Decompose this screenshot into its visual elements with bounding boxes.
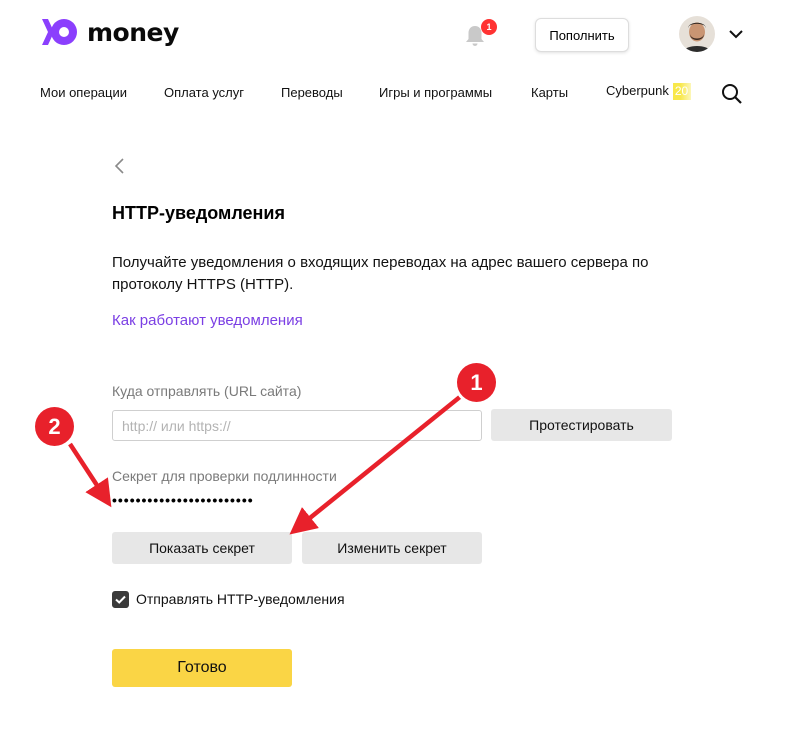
page-description: Получайте уведомления о входящих перевод… (112, 254, 649, 293)
nav-item-cyberpunk[interactable]: Cyberpunk20 (606, 83, 691, 100)
main-nav: Мои операции Оплата услуг Переводы Игры … (0, 83, 787, 105)
logo-text: money (87, 17, 179, 47)
search-icon[interactable] (721, 83, 743, 105)
back-chevron-icon[interactable] (113, 157, 127, 175)
nav-item-my-operations[interactable]: Мои операции (40, 85, 127, 100)
nav-fade (680, 80, 698, 106)
notification-count-badge: 1 (481, 19, 497, 35)
send-notifications-label: Отправлять HTTP-уведомления (136, 591, 345, 607)
chevron-down-icon[interactable] (727, 27, 745, 41)
change-secret-button[interactable]: Изменить секрет (302, 532, 482, 564)
annotation-marker-2: 2 (35, 407, 74, 446)
nav-item-cyberpunk-label: Cyberpunk (606, 83, 669, 98)
test-button[interactable]: Протестировать (491, 409, 672, 441)
topup-button[interactable]: Пополнить (535, 18, 629, 52)
send-notifications-checkbox[interactable] (112, 590, 129, 608)
nav-item-games[interactable]: Игры и программы (379, 85, 492, 100)
page-title: HTTP-уведомления (112, 203, 285, 223)
secret-label: Секрет для проверки подлинности (112, 468, 337, 484)
annotation-arrow-2 (68, 442, 112, 508)
avatar[interactable] (679, 16, 715, 52)
url-input[interactable] (112, 410, 482, 441)
yoomoney-logo[interactable]: money (40, 16, 179, 48)
done-button[interactable]: Готово (112, 649, 292, 687)
annotation-marker-1: 1 (457, 363, 496, 402)
url-label: Куда отправлять (URL сайта) (112, 383, 302, 399)
how-notifications-work-link[interactable]: Как работают уведомления (112, 312, 303, 329)
annotation-overlay (68, 390, 468, 535)
nav-item-transfers[interactable]: Переводы (281, 85, 343, 100)
show-secret-button[interactable]: Показать секрет (112, 532, 292, 564)
nav-item-payments[interactable]: Оплата услуг (164, 85, 244, 100)
checkmark-icon (115, 595, 126, 604)
nav-item-cards[interactable]: Карты (531, 85, 568, 100)
send-notifications-checkbox-row[interactable]: Отправлять HTTP-уведомления (112, 590, 345, 608)
logo-mark-icon (42, 19, 77, 45)
secret-value: •••••••••••••••••••••••• (112, 492, 254, 508)
user-avatar-icon (679, 16, 715, 52)
